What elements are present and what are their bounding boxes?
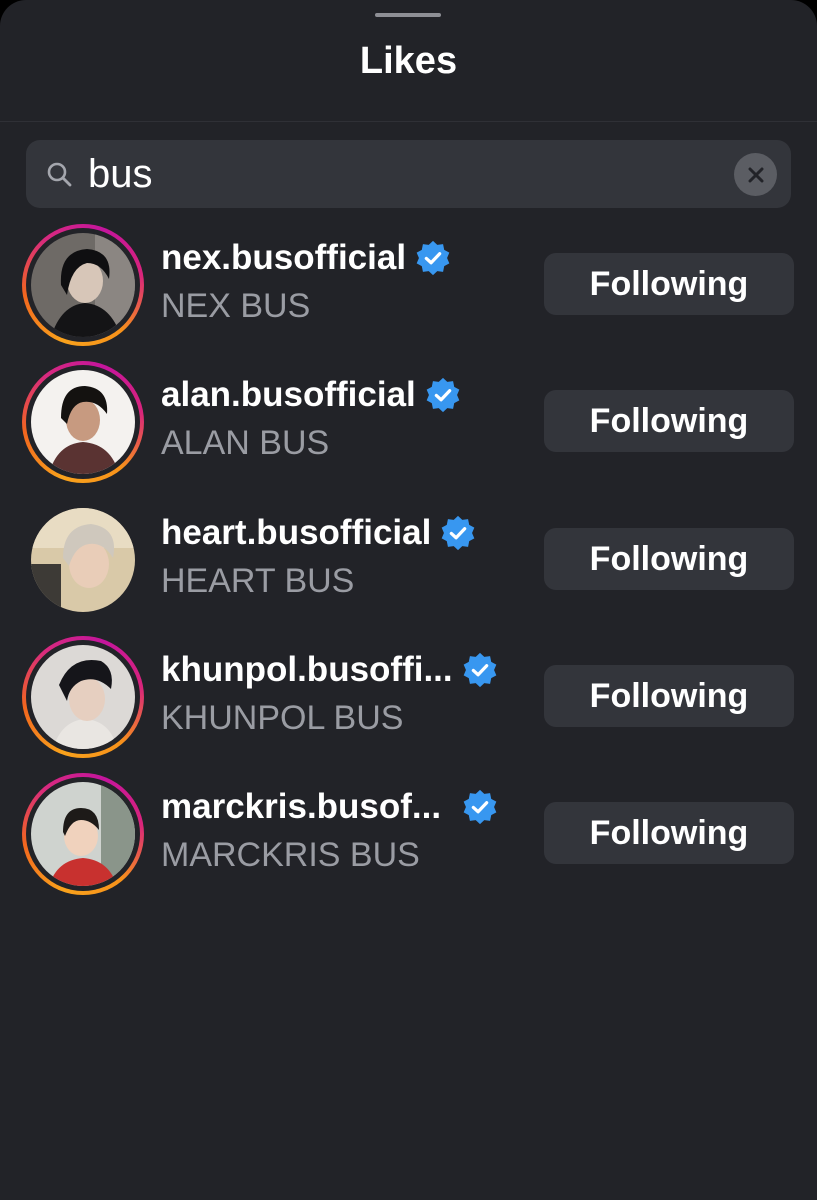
clear-search-button[interactable]: [734, 153, 777, 196]
close-icon: [748, 167, 763, 182]
avatar: [31, 645, 135, 749]
story-ring[interactable]: [22, 361, 144, 483]
story-ring[interactable]: [22, 224, 144, 346]
username[interactable]: nex.busofficial: [161, 236, 406, 280]
header-divider: [0, 121, 817, 122]
verified-badge-icon: [441, 515, 475, 551]
search-input[interactable]: [86, 148, 708, 200]
page-title: Likes: [359, 40, 458, 82]
username[interactable]: khunpol.busoffi...: [161, 648, 453, 692]
verified-badge-icon: [463, 652, 496, 688]
following-button[interactable]: Following: [544, 390, 794, 452]
avatar: [31, 233, 135, 337]
story-ring[interactable]: [22, 636, 144, 758]
full-name: MARCKRIS BUS: [161, 836, 420, 874]
list-item[interactable]: heart.busofficial HEART BUS Following: [0, 493, 817, 623]
username[interactable]: alan.busofficial: [161, 373, 416, 417]
following-button[interactable]: Following: [544, 665, 794, 727]
story-ring[interactable]: [22, 773, 144, 895]
full-name: KHUNPOL BUS: [161, 699, 404, 737]
likes-sheet: Likes bus nex.busofficial NEX BUS Follow…: [0, 0, 817, 1200]
full-name: ALAN BUS: [161, 424, 330, 462]
profile-picture[interactable]: [22, 499, 144, 621]
search-icon: [47, 162, 72, 187]
avatar: [31, 508, 135, 612]
drag-handle[interactable]: [375, 13, 441, 17]
avatar: [31, 782, 135, 886]
following-button[interactable]: Following: [544, 253, 794, 315]
search-bar: [26, 140, 791, 208]
verified-badge-icon: [426, 377, 460, 413]
full-name: NEX BUS: [161, 287, 311, 325]
list-item[interactable]: alan.busofficial ALAN BUS Following: [0, 355, 817, 485]
username[interactable]: marckris.busof...: [161, 785, 441, 829]
username[interactable]: heart.busofficial: [161, 511, 431, 555]
list-item[interactable]: khunpol.busoffi... KHUNPOL BUS Following: [0, 630, 817, 760]
full-name: HEART BUS: [161, 562, 355, 600]
list-item[interactable]: nex.busofficial NEX BUS Following: [0, 218, 817, 348]
verified-badge-icon: [463, 789, 497, 825]
following-button[interactable]: Following: [544, 802, 794, 864]
verified-badge-icon: [416, 240, 450, 276]
list-item[interactable]: marckris.busof... MARCKRIS BUS Following: [0, 767, 817, 897]
avatar: [31, 370, 135, 474]
following-button[interactable]: Following: [544, 528, 794, 590]
